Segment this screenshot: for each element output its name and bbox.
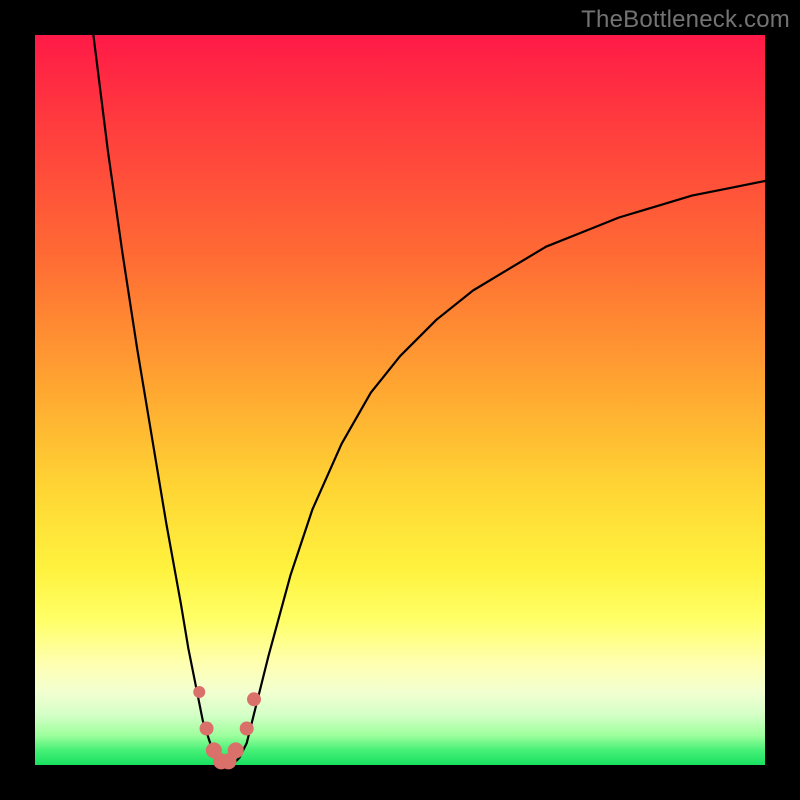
bottleneck-curve-svg [35, 35, 765, 765]
curve-marker [200, 722, 214, 736]
watermark-text: TheBottleneck.com [581, 6, 790, 34]
curve-marker [228, 742, 244, 758]
curve-markers [193, 686, 261, 769]
curve-marker [247, 692, 261, 706]
chart-frame: TheBottleneck.com [0, 0, 800, 800]
curve-marker [193, 686, 205, 698]
chart-plot-area [35, 35, 765, 765]
curve-marker [240, 722, 254, 736]
bottleneck-curve [93, 35, 765, 765]
